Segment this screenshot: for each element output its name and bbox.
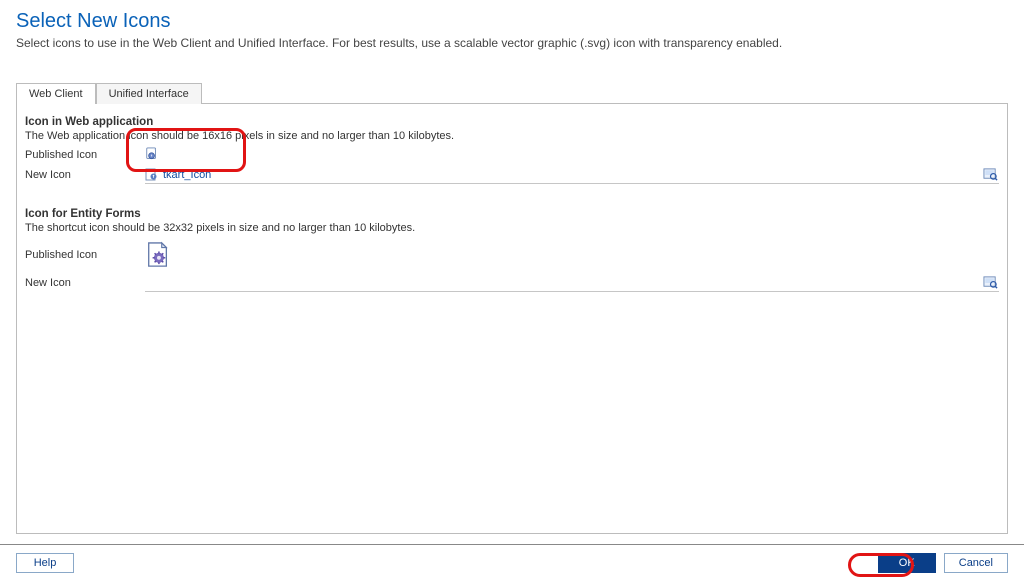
published-icon-forms bbox=[145, 241, 171, 269]
section-web-desc: The Web application icon should be 16x16… bbox=[25, 130, 999, 142]
section-web-title: Icon in Web application bbox=[25, 116, 999, 128]
page-subtitle: Select icons to use in the Web Client an… bbox=[16, 36, 1008, 50]
section-forms-title: Icon for Entity Forms bbox=[25, 208, 999, 220]
tab-panel: Icon in Web application The Web applicat… bbox=[16, 104, 1008, 534]
page-title: Select New Icons bbox=[16, 10, 1008, 33]
dialog-footer: Help OK Cancel bbox=[0, 544, 1024, 583]
new-icon-input-forms[interactable] bbox=[145, 274, 999, 292]
lookup-icon[interactable] bbox=[982, 166, 999, 183]
help-button[interactable]: Help bbox=[16, 553, 74, 573]
new-icon-label-forms: New Icon bbox=[25, 277, 145, 289]
new-icon-label-web: New Icon bbox=[25, 169, 145, 181]
published-icon-label-web: Published Icon bbox=[25, 149, 145, 161]
published-icon-label-forms: Published Icon bbox=[25, 249, 145, 261]
cancel-button[interactable]: Cancel bbox=[944, 553, 1008, 573]
new-icon-value-web: tkart_Icon bbox=[161, 169, 211, 181]
tab-bar: Web Client Unified Interface bbox=[16, 82, 1008, 104]
published-icon-web bbox=[145, 147, 159, 161]
section-forms-desc: The shortcut icon should be 32x32 pixels… bbox=[25, 222, 999, 234]
tab-unified-interface[interactable]: Unified Interface bbox=[96, 83, 202, 104]
tab-web-client[interactable]: Web Client bbox=[16, 83, 96, 104]
resource-icon bbox=[145, 168, 158, 181]
new-icon-input-web[interactable]: tkart_Icon bbox=[145, 166, 999, 184]
ok-button[interactable]: OK bbox=[878, 553, 936, 573]
lookup-icon[interactable] bbox=[982, 274, 999, 291]
